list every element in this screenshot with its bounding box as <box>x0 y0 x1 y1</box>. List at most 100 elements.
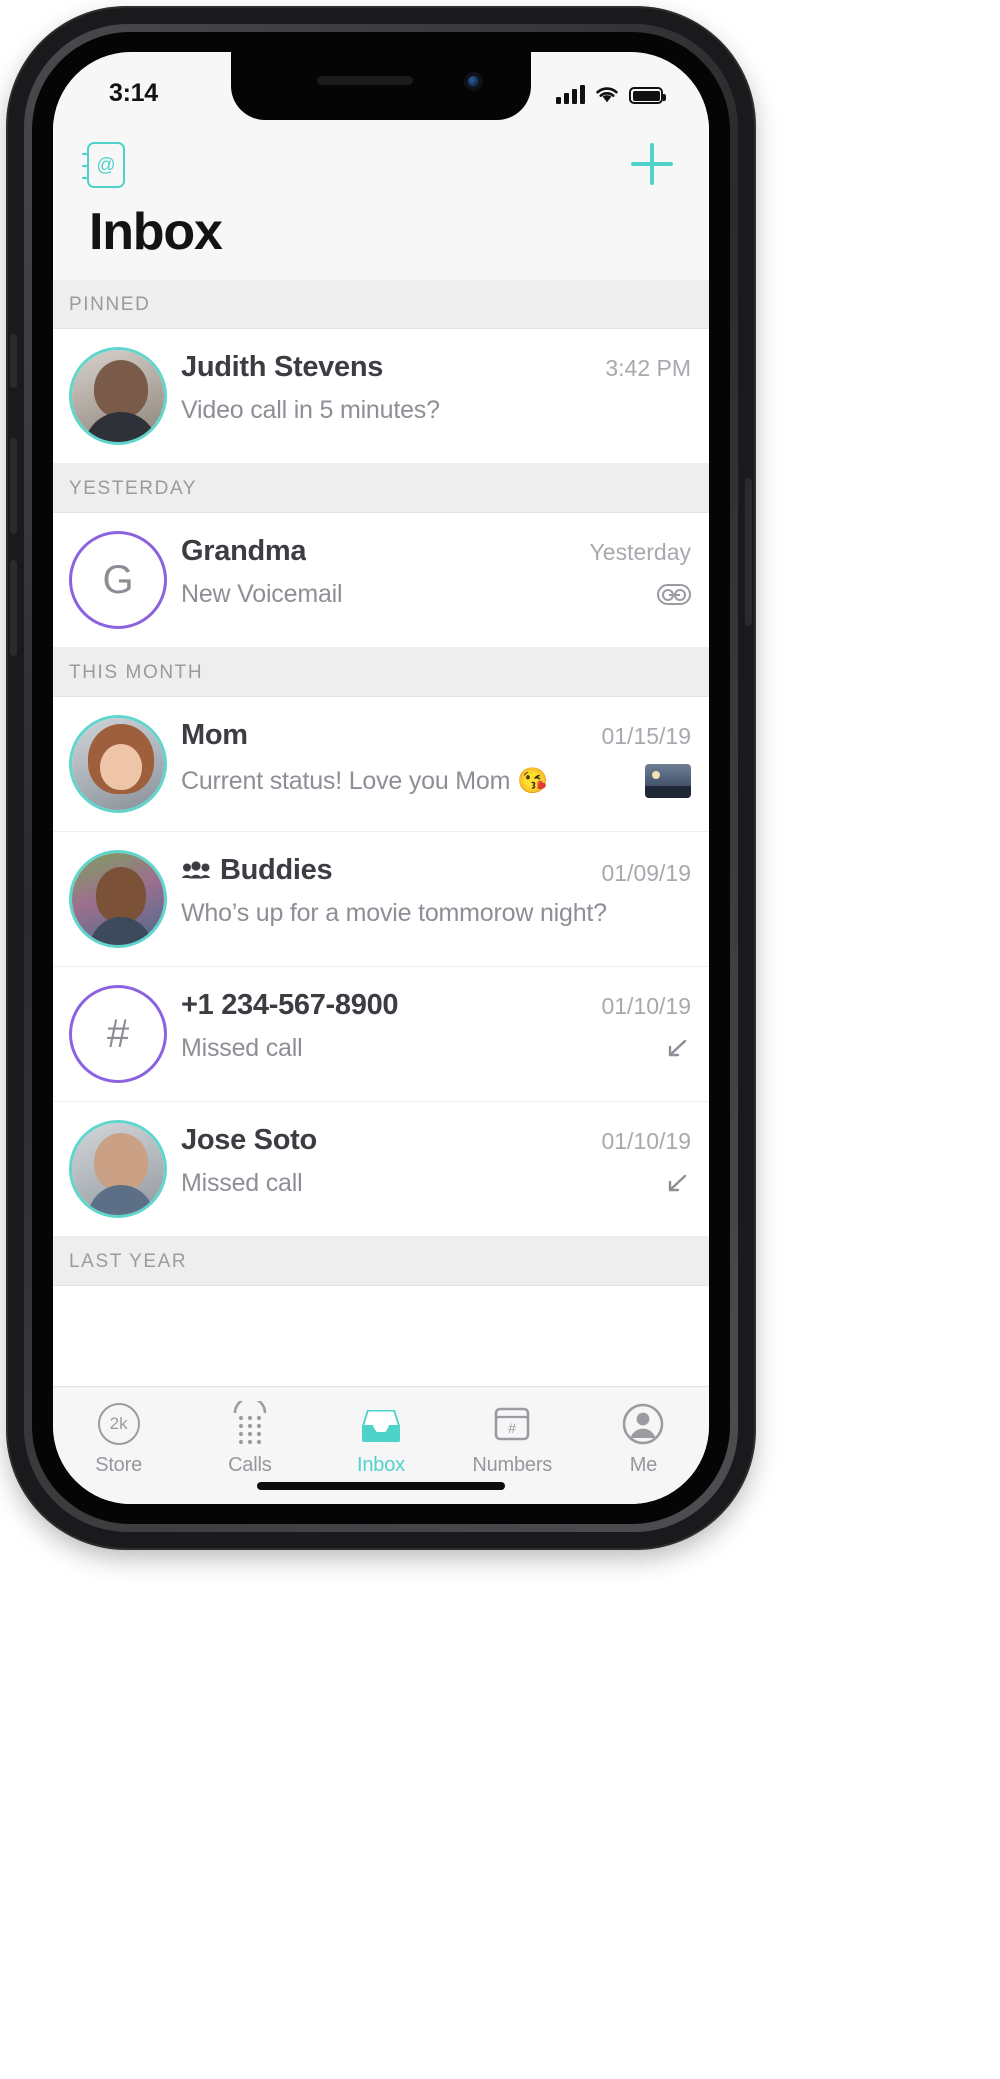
numbers-card-icon: # <box>489 1401 535 1447</box>
voicemail-icon <box>657 584 691 605</box>
avatar: G <box>69 531 167 629</box>
avatar-initial: # <box>106 1011 130 1056</box>
section-header-this-month: THIS MONTH <box>53 648 709 697</box>
message-preview: New Voicemail <box>181 580 343 608</box>
timestamp: Yesterday <box>589 539 691 565</box>
message-preview: Who’s up for a movie tommorow night? <box>181 899 607 927</box>
section-header-pinned: PINNED <box>53 280 709 329</box>
screenshot-stage: 3:14 @ Inbox PINNED Judith Stevens 3:42 … <box>0 0 1000 2079</box>
list-item[interactable]: Jose Soto 01/10/19 Missed call <box>53 1102 709 1237</box>
missed-call-icon <box>663 1037 691 1061</box>
list-item[interactable]: Buddies 01/09/19 Who’s up for a movie to… <box>53 832 709 967</box>
tab-label: Store <box>95 1454 142 1476</box>
contact-name: Judith Stevens <box>181 351 384 383</box>
tab-label: Inbox <box>357 1454 405 1476</box>
list-item-body: Judith Stevens 3:42 PM Video call in 5 m… <box>181 347 691 425</box>
avatar-photo <box>72 350 164 442</box>
avatar <box>69 1120 167 1218</box>
tab-numbers[interactable]: # Numbers <box>447 1401 578 1477</box>
message-preview: Video call in 5 minutes? <box>181 396 440 424</box>
device-notch <box>231 52 531 120</box>
avatar-photo <box>72 853 164 945</box>
tab-label: Numbers <box>472 1454 553 1476</box>
volume-down-button[interactable] <box>10 560 17 656</box>
list-item-bottom: Who’s up for a movie tommorow night? <box>181 899 691 928</box>
svg-text:#: # <box>508 1420 516 1436</box>
contact-name: Grandma <box>181 535 307 567</box>
list-item-bottom: Missed call <box>181 1169 691 1198</box>
message-preview: Current status! Love you Mom 😘 <box>181 766 548 795</box>
list-item-bottom: Current status! Love you Mom 😘 <box>181 764 691 798</box>
contacts-book-icon[interactable]: @ <box>82 142 125 188</box>
contacts-book-spine <box>82 153 89 179</box>
list-item[interactable]: Mom 01/15/19 Current status! Love you Mo… <box>53 697 709 832</box>
tab-me[interactable]: Me <box>578 1401 709 1477</box>
contact-name: Mom <box>181 719 248 751</box>
group-people-icon <box>181 860 211 881</box>
avatar <box>69 850 167 948</box>
row-meta <box>657 584 691 605</box>
contact-name: Buddies <box>220 854 333 886</box>
inbox-list[interactable]: PINNED Judith Stevens 3:42 PM Video call… <box>53 280 709 1386</box>
list-item-body: Jose Soto 01/10/19 Missed call <box>181 1120 691 1198</box>
avatar-initial: G <box>102 557 134 602</box>
silencer-switch[interactable] <box>10 334 17 388</box>
plus-icon[interactable] <box>629 142 675 188</box>
avatar: # <box>69 985 167 1083</box>
inbox-tray-icon <box>358 1401 404 1447</box>
timestamp: 3:42 PM <box>605 355 691 381</box>
list-item-body: Buddies 01/09/19 Who’s up for a movie to… <box>181 850 691 928</box>
page-title: Inbox <box>89 203 223 261</box>
avatar <box>69 347 167 445</box>
tab-inbox[interactable]: Inbox <box>315 1385 446 1493</box>
message-preview: Missed call <box>181 1034 303 1062</box>
avatar-photo <box>72 1123 164 1215</box>
list-item-top: +1 234-567-8900 01/10/19 <box>181 989 691 1022</box>
status-indicators <box>556 84 666 104</box>
app-nav-bar: @ <box>53 120 709 210</box>
phone-device-frame: 3:14 @ Inbox PINNED Judith Stevens 3:42 … <box>8 8 754 1548</box>
avatar <box>69 715 167 813</box>
list-item-top: Jose Soto 01/10/19 <box>181 1124 691 1157</box>
list-item-body: +1 234-567-8900 01/10/19 Missed call <box>181 985 691 1063</box>
section-header-yesterday: YESTERDAY <box>53 464 709 513</box>
store-badge: 2k <box>97 1403 140 1445</box>
section-header-last-year: LAST YEAR <box>53 1237 709 1286</box>
tab-calls[interactable]: Calls <box>184 1401 315 1477</box>
phone-screen: 3:14 @ Inbox PINNED Judith Stevens 3:42 … <box>53 52 709 1504</box>
volume-up-button[interactable] <box>10 438 17 534</box>
tab-label: Calls <box>228 1454 272 1476</box>
wifi-icon <box>594 84 620 104</box>
contacts-at-glyph: @ <box>96 154 116 176</box>
earpiece-speaker <box>317 76 413 85</box>
list-item-body: Mom 01/15/19 Current status! Love you Mo… <box>181 715 691 798</box>
list-item[interactable]: G Grandma Yesterday New Voicemail <box>53 513 709 648</box>
timestamp: 01/15/19 <box>601 723 691 749</box>
front-camera <box>464 72 483 91</box>
contact-name: Jose Soto <box>181 1124 317 1156</box>
list-item[interactable]: # +1 234-567-8900 01/10/19 Missed call <box>53 967 709 1102</box>
list-item[interactable]: Judith Stevens 3:42 PM Video call in 5 m… <box>53 329 709 464</box>
cellular-signal-icon <box>556 84 585 104</box>
row-meta <box>645 764 691 798</box>
profile-avatar-icon <box>621 1401 665 1447</box>
photo-attachment-icon <box>645 764 691 798</box>
timestamp: 01/10/19 <box>601 993 691 1019</box>
tab-bar: 2k Store Calls Inbox # Numbers Me <box>53 1385 709 1504</box>
keypad-icon <box>228 1401 272 1447</box>
list-item-bottom: New Voicemail <box>181 580 691 609</box>
timestamp: 01/10/19 <box>601 1128 691 1154</box>
contact-name-group: Buddies <box>181 854 332 887</box>
power-button[interactable] <box>745 478 752 626</box>
list-item-top: Judith Stevens 3:42 PM <box>181 351 691 384</box>
tab-store[interactable]: 2k Store <box>53 1401 184 1477</box>
list-item-top: Mom 01/15/19 <box>181 719 691 752</box>
list-item-bottom: Video call in 5 minutes? <box>181 396 691 425</box>
list-item-bottom: Missed call <box>181 1034 691 1063</box>
home-indicator[interactable] <box>257 1482 505 1490</box>
store-credits-icon: 2k <box>97 1401 140 1447</box>
avatar-photo <box>72 718 164 810</box>
list-item-body: Grandma Yesterday New Voicemail <box>181 531 691 609</box>
message-preview: Missed call <box>181 1169 303 1197</box>
timestamp: 01/09/19 <box>601 859 691 886</box>
